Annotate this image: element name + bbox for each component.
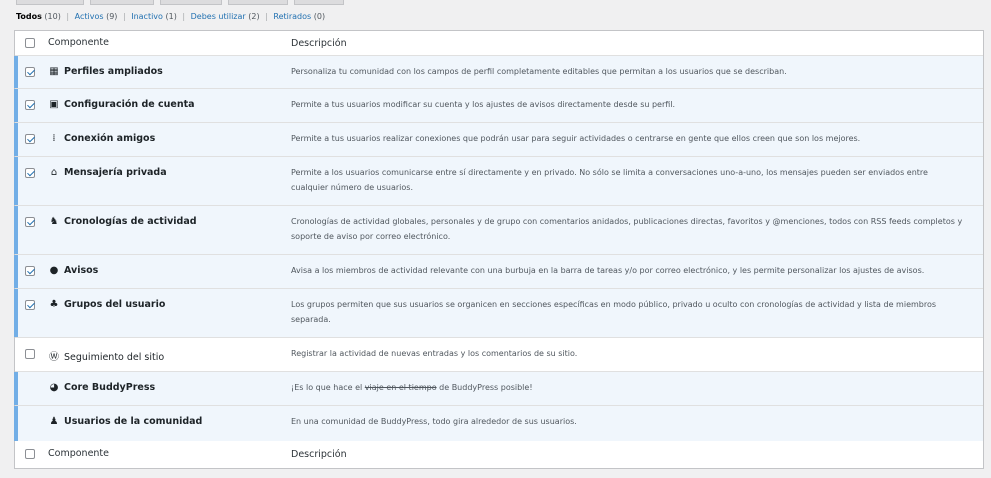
component-label: Configuración de cuenta [64, 99, 195, 110]
component-checkbox[interactable] [25, 349, 35, 359]
component-label: Grupos del usuario [64, 299, 166, 310]
filter-retired-link[interactable]: Retirados [273, 12, 311, 21]
filter-separator: | [182, 12, 186, 21]
components-table: Componente Descripción ▦ Perfiles ampliad… [14, 30, 984, 469]
component-label: Mensajería privada [64, 167, 167, 178]
description-text: de BuddyPress posible! [436, 383, 533, 392]
table-row: ▦ Perfiles ampliados Personaliza tu comuni… [14, 56, 983, 89]
status-filter-links: Todos (10) | Activos (9) | Inactivo (1) … [16, 12, 325, 21]
component-name: ♞ Cronologías de actividad [48, 216, 197, 227]
tab[interactable] [294, 0, 344, 5]
wordpress-icon: Ⓦ [49, 352, 59, 363]
column-header-description: Descripción [291, 38, 347, 49]
buddypress-icon: ◕ [49, 382, 59, 393]
filter-must-use-count: (2) [248, 12, 260, 21]
table-row: ◕ Core BuddyPress ¡Es lo que hace el viaje… [14, 372, 983, 406]
filter-separator: | [122, 12, 126, 21]
component-description: Permite a los usuarios comunicarse entre… [291, 168, 928, 192]
component-description: Registrar la actividad de nuevas entrada… [291, 349, 578, 358]
component-checkbox[interactable] [25, 67, 35, 77]
component-description: Avisa a los miembros de actividad releva… [291, 266, 925, 275]
component-name: ⌂ Mensajería privada [48, 167, 167, 178]
component-label: Conexión amigos [64, 133, 156, 144]
table-row: ♞ Cronologías de actividad Cronologías de … [14, 206, 983, 255]
filter-separator: | [66, 12, 70, 21]
component-checkbox[interactable] [25, 168, 35, 178]
filter-retired-count: (0) [313, 12, 326, 21]
community-users-icon: ♟ [49, 416, 59, 427]
filter-active-count: (9) [106, 12, 118, 21]
component-description: Permite a tus usuarios modificar su cuen… [291, 100, 676, 109]
component-description: ¡Es lo que hace el viaje en el tiempo de… [291, 380, 965, 395]
table-row: ▣ Configuración de cuenta Permite a tus us… [14, 89, 983, 123]
component-name: ▣ Configuración de cuenta [48, 99, 195, 110]
column-footer-description: Descripción [291, 449, 347, 460]
filter-all-count: (10) [44, 12, 61, 21]
column-footer-component[interactable]: Componente [48, 448, 109, 459]
filter-inactive-count: (1) [165, 12, 177, 21]
filter-active-link[interactable]: Activos [75, 12, 104, 21]
id-card-icon: ▦ [49, 66, 59, 77]
component-label: Core BuddyPress [64, 382, 156, 393]
tab[interactable] [228, 0, 288, 5]
component-name: ▦ Perfiles ampliados [48, 66, 163, 77]
filter-all-link[interactable]: Todos [16, 12, 42, 21]
notification-bulb-icon: ● [49, 265, 59, 276]
select-all-checkbox[interactable] [25, 38, 35, 48]
component-checkbox[interactable] [25, 266, 35, 276]
component-description: Los grupos permiten que sus usuarios se … [291, 300, 937, 324]
strikethrough-text: viaje en el tiempo [364, 383, 437, 392]
component-label: Usuarios de la comunidad [64, 416, 203, 427]
component-name: ⁞ Conexión amigos [48, 133, 155, 144]
table-row: Ⓦ Seguimiento del sitio Registrar la activ… [15, 338, 983, 372]
component-label: Seguimiento del sitio [64, 352, 165, 363]
component-name: ● Avisos [48, 265, 99, 276]
table-header-row: Componente Descripción [15, 31, 983, 56]
component-description: En una comunidad de BuddyPress, todo gir… [291, 417, 577, 426]
select-all-checkbox-footer[interactable] [25, 449, 35, 459]
component-name: ♟ Usuarios de la comunidad [48, 416, 203, 427]
tab-strip [0, 0, 991, 5]
filter-must-use-link[interactable]: Debes utilizar [191, 12, 246, 21]
component-checkbox[interactable] [25, 217, 35, 227]
description-text: ¡Es lo que hace el [291, 383, 365, 392]
table-row: ⌂ Mensajería privada Permite a los usuario… [14, 157, 983, 206]
component-label: Avisos [64, 265, 99, 276]
component-checkbox[interactable] [25, 100, 35, 110]
groups-icon: ♣ [49, 299, 59, 310]
component-checkbox[interactable] [25, 134, 35, 144]
table-row: ⁞ Conexión amigos Permite a tus usuarios r… [14, 123, 983, 157]
component-name: Ⓦ Seguimiento del sitio [48, 348, 164, 363]
table-row: ♣ Grupos del usuario Los grupos permiten q… [14, 289, 983, 338]
component-description: Permite a tus usuarios realizar conexion… [291, 134, 861, 143]
account-settings-icon: ▣ [49, 99, 59, 110]
filter-inactive-link[interactable]: Inactivo [131, 12, 163, 21]
component-name: ♣ Grupos del usuario [48, 299, 166, 310]
component-name: ◕ Core BuddyPress [48, 382, 156, 393]
component-label: Cronologías de actividad [64, 216, 197, 227]
friends-icon: ⁞ [52, 133, 56, 144]
column-header-component[interactable]: Componente [48, 37, 109, 48]
component-label: Perfiles ampliados [64, 66, 163, 77]
component-description: Personaliza tu comunidad con los campos … [291, 67, 787, 76]
activity-icon: ♞ [49, 216, 59, 227]
component-checkbox[interactable] [25, 300, 35, 310]
component-description: Cronologías de actividad globales, perso… [291, 217, 963, 241]
table-row: ♟ Usuarios de la comunidad En una comunida… [14, 406, 983, 441]
tab[interactable] [160, 0, 222, 5]
tab[interactable] [16, 0, 84, 5]
table-row: ● Avisos Avisa a los miembros de actividad… [14, 255, 983, 289]
tab[interactable] [90, 0, 154, 5]
filter-separator: | [265, 12, 268, 21]
inbox-icon: ⌂ [50, 167, 58, 178]
table-footer-row: Componente Descripción [15, 441, 983, 468]
